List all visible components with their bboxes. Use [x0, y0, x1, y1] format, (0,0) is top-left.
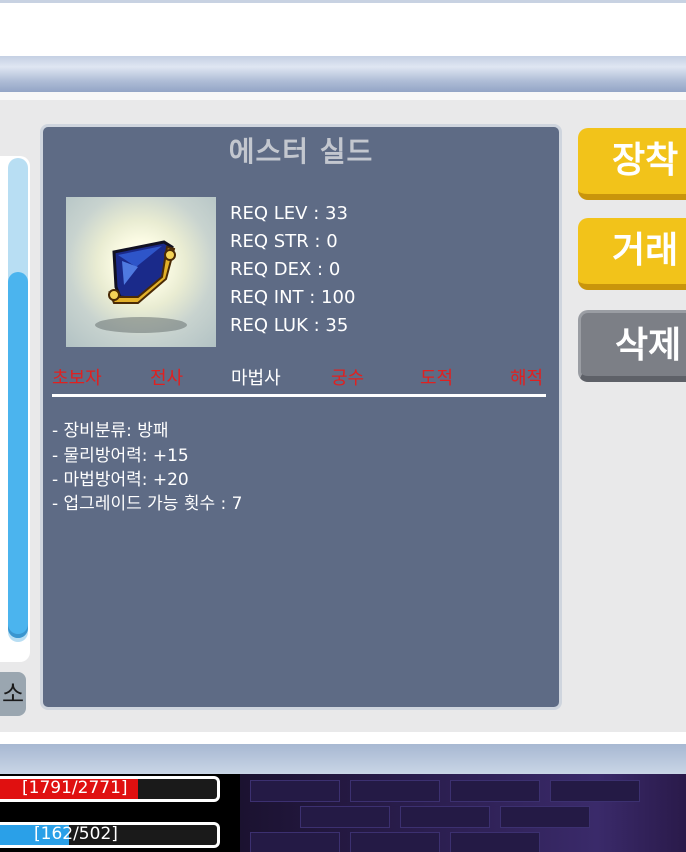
job-magician: 마법사 [231, 368, 281, 389]
divider [52, 394, 546, 397]
mp-text: [162/502] [34, 824, 118, 844]
game-background [240, 774, 686, 852]
job-pirate: 해적 [510, 368, 544, 389]
trade-button[interactable]: 거래 [578, 218, 686, 290]
bottom-gap [0, 732, 686, 744]
top-area [0, 0, 686, 56]
left-panel-button[interactable]: 소 [0, 672, 26, 716]
item-icon-frame [66, 197, 216, 347]
req-dex: REQ DEX : 0 [230, 259, 341, 280]
job-bowman: 궁수 [331, 368, 365, 389]
req-int: REQ INT : 100 [230, 287, 356, 308]
equip-button[interactable]: 장착 [578, 128, 686, 200]
stat-upgrade-slots: - 업그레이드 가능 횟수 : 7 [52, 494, 243, 514]
req-luk: REQ LUK : 35 [230, 315, 349, 336]
scrollbar-thumb[interactable] [8, 272, 28, 638]
hp-text: [1791/2771] [22, 778, 128, 798]
top-header-band [0, 56, 686, 92]
stat-physical-defense: - 물리방어력: +15 [52, 446, 189, 466]
req-level: REQ LEV : 33 [230, 203, 348, 224]
bottom-band [0, 744, 686, 774]
job-beginner: 초보자 [52, 368, 102, 389]
stat-magic-defense: - 마법방어력: +20 [52, 470, 189, 490]
item-name: 에스터 실드 [228, 135, 374, 168]
shield-icon [95, 240, 187, 333]
job-warrior: 전사 [150, 368, 184, 389]
stat-category: - 장비분류: 방패 [52, 421, 169, 441]
job-thief: 도적 [420, 368, 454, 389]
delete-button[interactable]: 삭제 [578, 310, 686, 382]
req-str: REQ STR : 0 [230, 231, 338, 252]
